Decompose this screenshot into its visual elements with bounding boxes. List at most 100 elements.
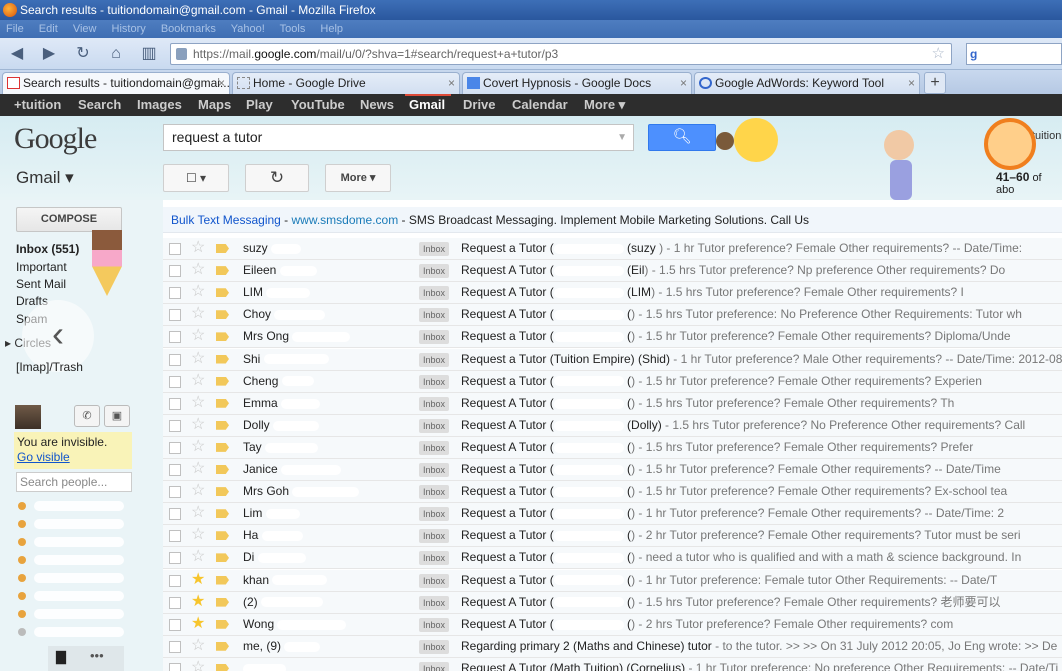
- row-checkbox[interactable]: [169, 397, 181, 410]
- tab-google-docs[interactable]: Covert Hypnosis - Google Docs ×: [462, 72, 692, 94]
- label-imap-trash[interactable]: [Imap]/Trash: [16, 360, 83, 374]
- email-row[interactable]: ☆ Mrs Ong Inbox Request a Tutor ( () - 1.5…: [163, 326, 1062, 349]
- search-button[interactable]: 🔍︎: [648, 124, 716, 151]
- importance-marker-icon[interactable]: [216, 465, 229, 474]
- importance-marker-icon[interactable]: [216, 597, 229, 607]
- gbar-youtube[interactable]: YouTube: [291, 94, 345, 116]
- email-row[interactable]: ☆ Lim Inbox Request a Tutor ( () - 1 hr Tu…: [163, 503, 1062, 526]
- menu-history[interactable]: History: [112, 23, 146, 35]
- tab-gmail-search[interactable]: Search results - tuitiondomain@gmai... ×: [2, 72, 230, 94]
- star-icon[interactable]: ☆: [191, 525, 205, 545]
- importance-marker-icon[interactable]: [216, 619, 229, 629]
- gbar-gmail[interactable]: Gmail: [409, 94, 445, 116]
- importance-marker-icon[interactable]: [216, 509, 229, 519]
- label-sent-mail[interactable]: Sent Mail: [16, 277, 66, 291]
- email-row[interactable]: ☆ Emma Inbox Request A Tutor ( () - 1.5 hr…: [163, 392, 1062, 415]
- importance-marker-icon[interactable]: [216, 266, 229, 276]
- go-visible-link[interactable]: Go visible: [17, 450, 70, 464]
- email-row[interactable]: ☆ Dolly Inbox Request A Tutor ( (Dolly) - …: [163, 414, 1062, 437]
- chat-icon[interactable]: ▣: [104, 405, 130, 427]
- back-icon[interactable]: ◀: [6, 44, 28, 64]
- row-checkbox[interactable]: [169, 243, 181, 255]
- gbar-maps[interactable]: Maps: [198, 94, 231, 116]
- star-icon[interactable]: ☆: [191, 636, 205, 656]
- email-row[interactable]: ☆ LIM Inbox Request A Tutor ( (LIM) - 1.5 …: [163, 282, 1062, 305]
- row-checkbox[interactable]: [169, 441, 181, 454]
- address-bar[interactable]: https://mail.google.com/mail/u/0/?shva=1…: [170, 43, 952, 65]
- star-icon[interactable]: ☆: [191, 260, 205, 280]
- tab-google-drive[interactable]: Home - Google Drive ×: [232, 72, 460, 94]
- importance-marker-icon[interactable]: [216, 354, 229, 364]
- importance-marker-icon[interactable]: [216, 641, 229, 651]
- avatar[interactable]: [15, 405, 41, 429]
- row-checkbox[interactable]: [169, 508, 181, 521]
- menu-bookmarks[interactable]: Bookmarks: [161, 23, 216, 35]
- row-checkbox[interactable]: [169, 331, 181, 344]
- email-row[interactable]: ★ (2) Inbox Request A Tutor ( () - 1.5 hrs…: [163, 591, 1062, 614]
- row-checkbox[interactable]: [169, 574, 181, 587]
- star-icon[interactable]: ☆: [191, 503, 205, 523]
- select-all-checkbox[interactable]: ☐ ▾: [163, 164, 229, 192]
- email-row[interactable]: ★ khan Inbox Request a Tutor ( () - 1 hr T…: [163, 569, 1062, 592]
- star-icon[interactable]: ☆: [191, 481, 205, 501]
- star-icon[interactable]: ☆: [191, 393, 205, 413]
- email-row[interactable]: ☆ Choy Inbox Request A Tutor ( () - 1.5 hr…: [163, 304, 1062, 327]
- label-important[interactable]: Important: [16, 260, 67, 274]
- importance-marker-icon[interactable]: [216, 398, 229, 408]
- importance-marker-icon[interactable]: [216, 553, 229, 563]
- star-icon[interactable]: ☆: [191, 658, 205, 671]
- email-row[interactable]: ★ Wong Inbox Request A Tutor ( () - 2 hrs …: [163, 613, 1062, 636]
- row-checkbox[interactable]: [169, 309, 181, 322]
- chat-contact[interactable]: [16, 590, 146, 602]
- call-icon[interactable]: ✆: [74, 405, 100, 427]
- gbar-play[interactable]: Play: [246, 94, 273, 116]
- close-icon[interactable]: ×: [680, 73, 687, 93]
- menu-help[interactable]: Help: [320, 23, 343, 35]
- importance-marker-icon[interactable]: [216, 288, 229, 298]
- menu-tools[interactable]: Tools: [280, 23, 306, 35]
- email-row[interactable]: ☆ me, (9) Inbox Regarding primary 2 (Maths…: [163, 635, 1062, 658]
- chat-contact[interactable]: [16, 536, 146, 548]
- email-row[interactable]: ☆ Ha Inbox Request a Tutor ( () - 2 hr Tut…: [163, 525, 1062, 548]
- more-actions-button[interactable]: More ▾: [325, 164, 391, 192]
- row-checkbox[interactable]: [169, 596, 181, 609]
- gbar-search[interactable]: Search: [78, 94, 121, 116]
- row-checkbox[interactable]: [169, 265, 181, 278]
- row-checkbox[interactable]: [169, 419, 181, 432]
- importance-marker-icon[interactable]: [216, 575, 229, 585]
- importance-marker-icon[interactable]: [216, 487, 229, 497]
- chat-contact[interactable]: [16, 572, 146, 584]
- menu-view[interactable]: View: [73, 23, 97, 35]
- tab-adwords[interactable]: Google AdWords: Keyword Tool ×: [694, 72, 920, 94]
- star-icon[interactable]: ☆: [191, 349, 205, 369]
- importance-marker-icon[interactable]: [216, 531, 229, 541]
- compose-button[interactable]: COMPOSE: [16, 207, 122, 232]
- importance-marker-icon[interactable]: [216, 332, 229, 342]
- star-icon[interactable]: ☆: [191, 304, 205, 324]
- search-options-icon[interactable]: ▼: [617, 125, 627, 150]
- importance-marker-icon[interactable]: [216, 420, 229, 430]
- gbar-more[interactable]: More ▾: [584, 94, 625, 116]
- row-checkbox[interactable]: [169, 464, 181, 476]
- menu-file[interactable]: File: [6, 23, 24, 35]
- forward-icon[interactable]: ▶: [38, 44, 60, 64]
- email-row[interactable]: ☆ Di Inbox Request a Tutor ( () - need a t…: [163, 547, 1062, 570]
- star-icon[interactable]: ★: [191, 570, 205, 590]
- importance-marker-icon[interactable]: [216, 310, 229, 320]
- email-row[interactable]: ☆ Inbox Request A Tutor (Math Tuition) (C…: [163, 657, 1062, 671]
- gbar-drive[interactable]: Drive: [463, 94, 496, 116]
- email-row[interactable]: ☆ Janice Inbox Request a Tutor ( () - 1.5 …: [163, 459, 1062, 481]
- star-icon[interactable]: ★: [191, 592, 205, 612]
- star-icon[interactable]: ☆: [191, 238, 205, 258]
- gbar-news[interactable]: News: [360, 94, 394, 116]
- chat-contact[interactable]: [16, 518, 146, 530]
- new-tab-button[interactable]: +: [924, 72, 946, 94]
- email-row[interactable]: ☆ Eileen Inbox Request A Tutor ( (Eil) - 1…: [163, 260, 1062, 283]
- row-checkbox[interactable]: [169, 353, 181, 366]
- star-icon[interactable]: ☆: [191, 459, 205, 479]
- ad-title-link[interactable]: Bulk Text Messaging: [171, 213, 281, 227]
- email-row[interactable]: ☆ Tay Inbox Request A Tutor ( () - 1.5 hrs…: [163, 436, 1062, 459]
- star-icon[interactable]: ☆: [191, 282, 205, 302]
- row-checkbox[interactable]: [169, 486, 181, 499]
- chat-contact[interactable]: [16, 626, 146, 638]
